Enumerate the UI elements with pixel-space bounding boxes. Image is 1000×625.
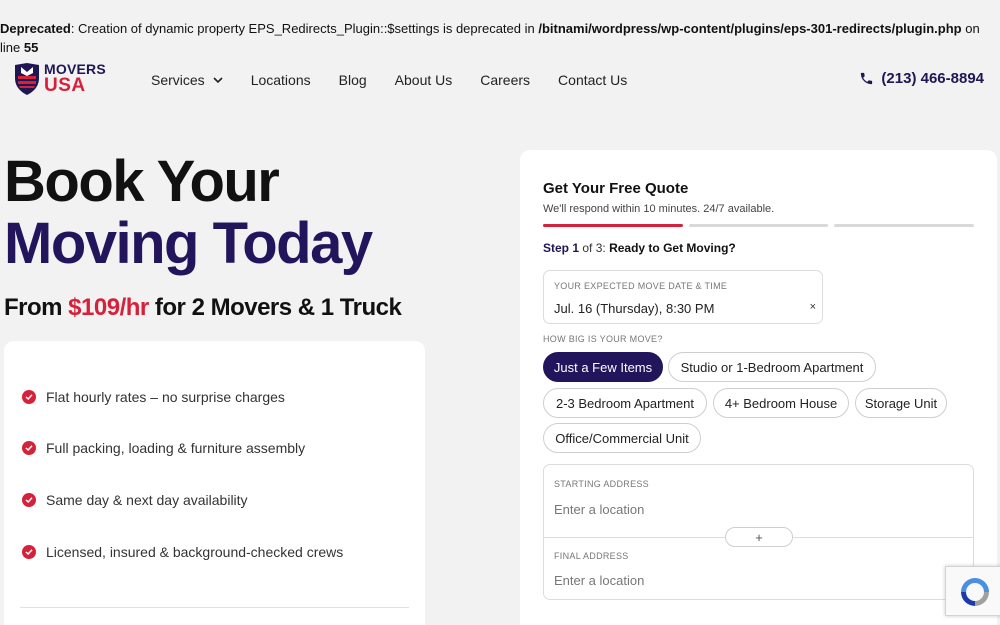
final-address-input[interactable]: Enter a location: [554, 573, 644, 588]
hero-title-line2: Moving Today: [4, 211, 373, 276]
notice-line: 55: [23, 40, 39, 55]
phone-number: (213) 466-8894: [881, 70, 984, 87]
nav-services-label: Services: [151, 72, 205, 88]
benefit-item: Same day & next day availability: [22, 492, 248, 508]
check-icon: [22, 441, 36, 455]
benefit-text: Same day & next day availability: [46, 492, 248, 508]
hero-title: Book Your Moving Today: [4, 149, 373, 276]
phone-link[interactable]: (213) 466-8894: [859, 70, 984, 87]
nav-locations[interactable]: Locations: [251, 71, 311, 89]
step-title: Ready to Get Moving?: [609, 241, 736, 255]
recaptcha-icon: [961, 578, 989, 606]
shield-logo-icon: [15, 63, 39, 95]
starting-address-label: STARTING ADDRESS: [554, 479, 649, 489]
main-nav: Services Locations Blog About Us Careers…: [151, 71, 655, 89]
nav-careers[interactable]: Careers: [480, 71, 530, 89]
step-progress: [543, 224, 975, 228]
step-of: of 3:: [579, 241, 610, 255]
benefit-text: Flat hourly rates – no surprise charges: [46, 389, 285, 405]
nav-blog[interactable]: Blog: [339, 71, 367, 89]
progress-segment-1: [543, 224, 683, 227]
nav-contact-us[interactable]: Contact Us: [558, 71, 627, 89]
step-indicator: Step 1 of 3: Ready to Get Moving?: [543, 241, 736, 255]
benefit-item: Licensed, insured & background-checked c…: [22, 544, 343, 560]
hero-price: $109/hr: [68, 294, 149, 321]
hero-subtitle: From $109/hr for 2 Movers & 1 Truck: [4, 294, 402, 322]
progress-segment-3: [834, 224, 975, 227]
hero-sub-suffix: for 2 Movers & 1 Truck: [148, 294, 402, 321]
size-option-2-3-bedroom[interactable]: 2-3 Bedroom Apartment: [543, 388, 707, 418]
step-word: Step: [543, 241, 573, 255]
nav-services[interactable]: Services: [151, 71, 223, 89]
check-icon: [22, 545, 36, 559]
move-date-field[interactable]: YOUR EXPECTED MOVE DATE & TIME Jul. 16 (…: [543, 270, 823, 324]
add-stop-button[interactable]: +: [725, 527, 793, 547]
size-option-few-items[interactable]: Just a Few Items: [543, 352, 663, 382]
move-date-value: Jul. 16 (Thursday), 8:30 PM: [554, 301, 715, 316]
move-size-label: HOW BIG IS YOUR MOVE?: [543, 334, 663, 344]
size-option-4-bedroom[interactable]: 4+ Bedroom House: [713, 388, 849, 418]
address-group: STARTING ADDRESS Enter a location + FINA…: [543, 464, 974, 600]
nav-about-us[interactable]: About Us: [395, 71, 453, 89]
benefit-text: Licensed, insured & background-checked c…: [46, 544, 344, 560]
notice-path: /bitnami/wordpress/wp-content/plugins/ep…: [538, 21, 962, 36]
move-date-label: YOUR EXPECTED MOVE DATE & TIME: [554, 281, 728, 291]
logo[interactable]: MOVERS USA: [14, 62, 106, 98]
progress-segment-2: [688, 224, 829, 227]
benefit-item: Full packing, loading & furniture assemb…: [22, 440, 305, 456]
size-option-studio[interactable]: Studio or 1-Bedroom Apartment: [668, 352, 876, 382]
divider: [20, 607, 409, 608]
phone-icon: [861, 72, 873, 85]
recaptcha-badge[interactable]: [945, 566, 1000, 616]
quote-subtitle: We'll respond within 10 minutes. 24/7 av…: [543, 203, 775, 215]
check-icon: [22, 390, 36, 404]
starting-address-input[interactable]: Enter a location: [554, 502, 644, 517]
logo-line2: USA: [44, 75, 86, 96]
hero-sub-prefix: From: [4, 294, 69, 321]
size-option-office[interactable]: Office/Commercial Unit: [543, 423, 701, 453]
notice-label: Deprecated: [0, 21, 71, 36]
chevron-down-icon: [213, 77, 223, 84]
size-option-storage[interactable]: Storage Unit: [855, 388, 947, 418]
clear-date-icon[interactable]: ×: [810, 301, 816, 313]
quote-form: Get Your Free Quote We'll respond within…: [520, 150, 997, 625]
benefit-text: Full packing, loading & furniture assemb…: [46, 440, 306, 456]
check-icon: [22, 493, 36, 507]
quote-title: Get Your Free Quote: [543, 180, 689, 197]
deprecation-notice: Deprecated: Creation of dynamic property…: [0, 19, 1000, 57]
final-address-label: FINAL ADDRESS: [554, 551, 629, 561]
hero-title-line1: Book Your: [4, 149, 280, 214]
notice-text: : Creation of dynamic property EPS_Redir…: [70, 21, 539, 36]
benefit-item: Flat hourly rates – no surprise charges: [22, 389, 285, 405]
benefits-card: Flat hourly rates – no surprise charges …: [4, 341, 425, 625]
